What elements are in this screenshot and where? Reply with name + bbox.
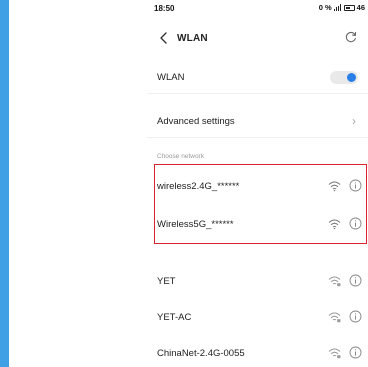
- wifi-icon: [328, 181, 341, 192]
- network-row[interactable]: YET-AC: [147, 300, 368, 336]
- wifi-locked-icon: [328, 312, 341, 323]
- screenshot-canvas: 18:50 0 % 46 WLAN WLAN Advanced settings…: [0, 0, 368, 367]
- page-title: WLAN: [177, 33, 208, 44]
- battery-icon: [343, 4, 355, 11]
- app-header: WLAN: [147, 26, 368, 50]
- advanced-settings-label: Advanced settings: [157, 116, 235, 127]
- info-icon[interactable]: [349, 217, 362, 230]
- status-bar: 18:50 0 % 46: [147, 0, 368, 16]
- info-icon[interactable]: [349, 346, 362, 359]
- network-name: Wireless5G_******: [157, 219, 234, 230]
- refresh-icon[interactable]: [344, 30, 358, 44]
- network-name: YET-AC: [157, 312, 192, 323]
- network-row[interactable]: ChinaNet-2.4G-0055: [147, 336, 368, 367]
- wifi-icon: [328, 219, 341, 230]
- battery-level: 46: [356, 3, 365, 12]
- toggle-knob: [347, 73, 356, 82]
- wlan-toggle-switch[interactable]: [330, 71, 358, 84]
- network-name: YET: [157, 276, 176, 287]
- data-speed-text: 0 %: [318, 3, 332, 12]
- phone-screen: 18:50 0 % 46 WLAN WLAN Advanced settings…: [147, 0, 368, 367]
- status-time: 18:50: [154, 4, 175, 13]
- wlan-label: WLAN: [157, 72, 185, 83]
- network-row[interactable]: Wireless5G_******: [147, 207, 368, 243]
- info-icon[interactable]: [349, 310, 362, 323]
- info-icon[interactable]: [349, 274, 362, 287]
- cell-signal-icon: [333, 4, 342, 11]
- side-accent-bar: [0, 0, 9, 367]
- info-icon[interactable]: [349, 179, 362, 192]
- network-row[interactable]: wireless2.4G_******: [147, 169, 368, 205]
- wifi-locked-icon: [328, 348, 341, 359]
- advanced-settings-row[interactable]: Advanced settings ›: [147, 104, 368, 138]
- network-name: wireless2.4G_******: [157, 181, 240, 192]
- back-arrow-icon[interactable]: [157, 30, 171, 46]
- wifi-locked-icon: [328, 276, 341, 287]
- network-row[interactable]: YET: [147, 264, 368, 300]
- network-name: ChinaNet-2.4G-0055: [157, 348, 245, 359]
- chevron-right-icon: ›: [352, 114, 356, 128]
- wlan-toggle-row[interactable]: WLAN: [147, 60, 368, 94]
- status-indicators: 0 % 46: [319, 3, 365, 12]
- choose-network-label: Choose network: [157, 153, 204, 160]
